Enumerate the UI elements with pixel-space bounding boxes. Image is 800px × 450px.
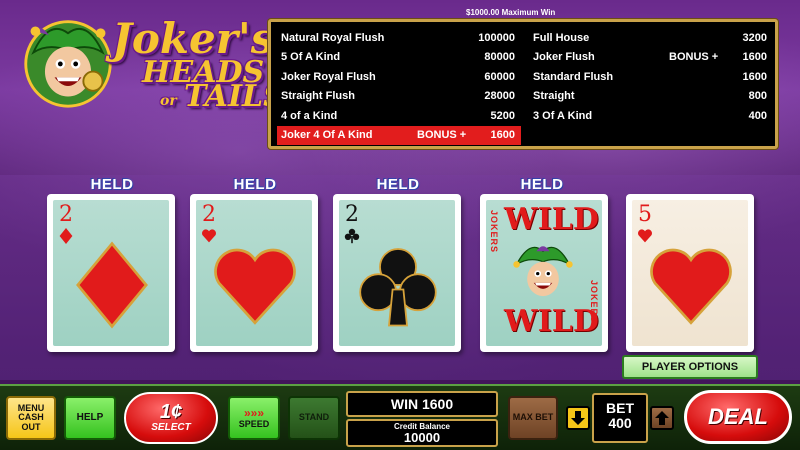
club-icon (359, 248, 437, 327)
jester-face-icon (513, 246, 573, 297)
bet-label: BET (606, 400, 634, 416)
player-options-button[interactable]: PLAYER OPTIONS (622, 355, 758, 379)
paytable-row-highlighted: Joker 4 Of A Kind BONUS + 1600 (277, 125, 521, 145)
held-label-3: HELD (376, 176, 420, 193)
card-3[interactable]: 2 (333, 194, 461, 352)
paytable-row: Standard Flush 1600 (529, 67, 773, 87)
arrow-down-icon (571, 411, 585, 425)
paytable-row: Full House 3200 (529, 28, 773, 48)
select-label: SELECT (151, 422, 191, 434)
card-face: 2 (196, 200, 312, 346)
hand-pay: 80000 (484, 51, 515, 64)
jester-logo-icon (24, 20, 112, 108)
max-bet-button[interactable]: MAX BET (508, 396, 558, 440)
bet-display: BET 400 (592, 393, 648, 443)
card-rank: 2 (202, 202, 216, 227)
paytable-container: $1000.00 Maximum Win Natural Royal Flush… (266, 8, 782, 150)
hand-pay: 28000 (484, 90, 515, 103)
hand-name: Natural Royal Flush (281, 31, 385, 44)
bet-decrease-button[interactable] (566, 406, 590, 430)
hand-name: 4 of a Kind (281, 109, 338, 122)
paytable-row: Straight Flush 28000 (277, 87, 521, 107)
jokers-side-text-right: JOKERS (589, 280, 599, 324)
hand-name: 3 Of A Kind (533, 109, 593, 122)
help-button[interactable]: HELP (64, 396, 116, 440)
paytable-row: 3 Of A Kind 400 (529, 106, 773, 126)
card-1[interactable]: 2 (47, 194, 175, 352)
heart-icon (214, 248, 296, 325)
hand-pay: 800 (748, 90, 767, 103)
hand-pay: 1600 (490, 129, 515, 142)
credit-balance-value: 10000 (403, 430, 441, 445)
hand-pay: 5200 (490, 109, 515, 122)
deal-button[interactable]: DEAL (684, 390, 792, 444)
speed-arrows-icon: »»» (243, 405, 265, 420)
hand-name: 5 Of A Kind (281, 51, 341, 64)
hand-name: Joker Flush (533, 51, 595, 64)
held-label-2: HELD (233, 176, 277, 193)
hand-name: Joker Royal Flush (281, 70, 376, 83)
card-rank: 2 (345, 202, 359, 227)
paytable-row: Natural Royal Flush 100000 (277, 28, 521, 48)
logo-line-1: Joker's (112, 14, 275, 63)
speed-label: SPEED (238, 418, 270, 429)
paytable: Natural Royal Flush 100000 5 Of A Kind 800… (268, 19, 778, 149)
arrow-up-icon (655, 411, 669, 425)
bet-increase-button[interactable] (650, 406, 674, 430)
hand-pay: 1600 (742, 70, 767, 83)
hand-name: Straight Flush (281, 90, 355, 103)
card-rank: 2 (59, 202, 73, 227)
game-logo: Joker's HEADS or TAILS (12, 8, 285, 118)
hand-pay: 60000 (484, 70, 515, 83)
menu-cash-out-button[interactable]: MENU CASH OUT (6, 396, 56, 440)
card-rank: 5 (638, 202, 652, 227)
diamond-icon (76, 241, 148, 329)
paytable-row: Joker Royal Flush 60000 (277, 67, 521, 87)
paytable-right-column: Full House 3200 Joker Flush BONUS + 1600 St… (529, 28, 773, 126)
hand-name: Straight (533, 90, 575, 103)
speed-button[interactable]: »»» SPEED (228, 396, 280, 440)
card-face: WILD JOKERS WILD JOKERS (486, 200, 602, 346)
hand-pay: 1600 (742, 51, 767, 64)
win-display: WIN 1600 (346, 391, 498, 417)
card-face: 2 (339, 200, 455, 346)
held-label-4: HELD (520, 176, 564, 193)
bonus-label: BONUS + (417, 129, 467, 142)
paytable-left-column: Natural Royal Flush 100000 5 Of A Kind 800… (277, 28, 521, 145)
paytable-row: 5 Of A Kind 80000 (277, 48, 521, 68)
card-face: 5 (632, 200, 748, 346)
paytable-row: Joker Flush BONUS + 1600 (529, 48, 773, 68)
wild-text-top: WILD (504, 202, 599, 237)
paytable-row: 4 of a Kind 5200 (277, 106, 521, 126)
bonus-label: BONUS + (669, 51, 719, 64)
card-face: 2 (53, 200, 169, 346)
hand-pay: 400 (748, 109, 767, 122)
max-win-label: $1000.00 Maximum Win (466, 8, 556, 17)
hand-pay: 100000 (478, 31, 515, 44)
denomination-value: 1¢ (159, 401, 183, 424)
card-4-wild-joker[interactable]: WILD JOKERS WILD JOKERS (480, 194, 608, 352)
held-label-1: HELD (90, 176, 134, 193)
wild-text-bottom: WILD (504, 304, 599, 339)
denomination-select-button[interactable]: 1¢ SELECT (124, 392, 218, 444)
hand-pay: 3200 (742, 31, 767, 44)
jokers-side-text-left: JOKERS (489, 210, 499, 254)
hand-name: Standard Flush (533, 70, 614, 83)
credit-balance-display: Credit Balance 10000 (346, 419, 498, 447)
heart-icon (650, 248, 732, 325)
bet-value: 400 (608, 415, 632, 431)
logo-or: or (160, 93, 177, 109)
card-5[interactable]: 5 (626, 194, 754, 352)
card-2[interactable]: 2 (190, 194, 318, 352)
stand-button[interactable]: STAND (288, 396, 340, 440)
hand-name: Full House (533, 31, 590, 44)
hand-name: Joker 4 Of A Kind (281, 129, 373, 142)
paytable-row: Straight 800 (529, 87, 773, 107)
